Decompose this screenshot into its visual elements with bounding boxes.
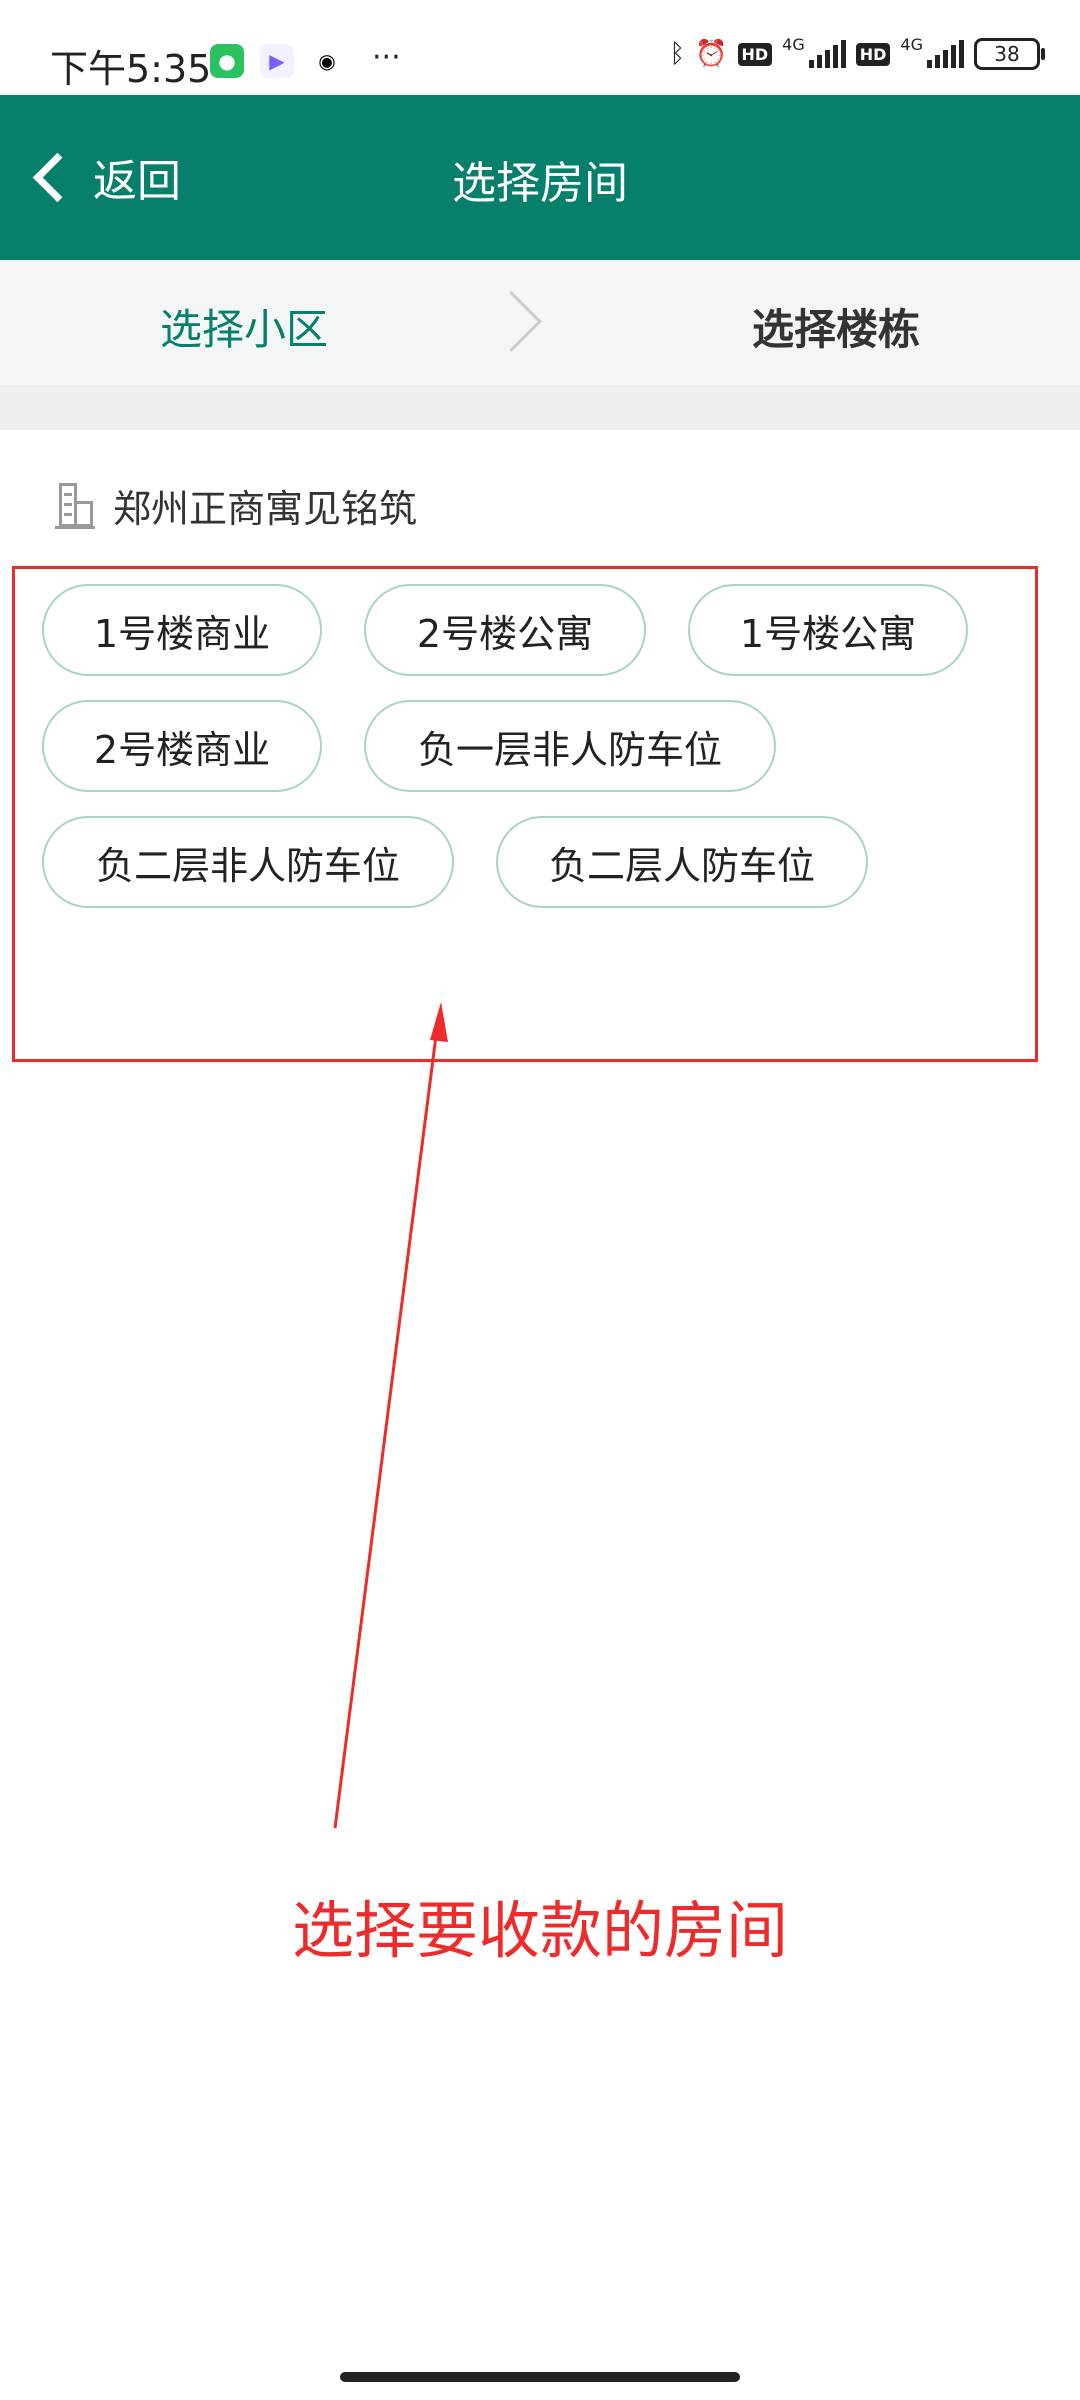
status-bar: 下午5:35 ● ▶ ◉ ··· ᛒ ⏰ HD 4G HD 4G 38 (0, 0, 1080, 95)
network-type-1: 4G (782, 34, 805, 54)
title-bar: 返回 选择房间 (0, 95, 1080, 260)
divider-strip (0, 385, 1080, 430)
step-select-building: 选择楼栋 (752, 305, 921, 354)
step-select-community[interactable]: 选择小区 (160, 296, 328, 357)
page-title: 选择房间 (452, 158, 628, 209)
step-bar: 选择小区 选择楼栋 (0, 260, 1080, 385)
wechat-icon: ● (210, 44, 244, 78)
annotation-text: 选择要收款的房间 (291, 1894, 788, 1967)
video-app-icon: ▶ (260, 44, 294, 78)
network-type-2: 4G (900, 34, 923, 54)
alarm-icon: ⏰ (695, 39, 728, 69)
hd-badge-1: HD (737, 42, 773, 66)
qq-icon: ◉ (310, 44, 344, 78)
chevron-right-icon (481, 291, 542, 352)
more-notifications-icon: ··· (372, 39, 401, 75)
annotation-highlight-box (12, 566, 1038, 1062)
bluetooth-icon: ᛒ (669, 39, 686, 69)
signal-icon-1 (808, 40, 846, 68)
signal-icon-2 (927, 40, 964, 68)
hd-badge-2: HD (855, 42, 891, 66)
battery-level: 38 (994, 42, 1020, 66)
home-indicator[interactable] (340, 2372, 740, 2382)
community-heading: 郑州正商寓见铭筑 (55, 478, 417, 533)
screen: 下午5:35 ● ▶ ◉ ··· ᛒ ⏰ HD 4G HD 4G 38 返回 选… (0, 0, 1080, 2400)
status-time: 下午5:35 (50, 47, 212, 91)
status-indicators: ᛒ ⏰ HD 4G HD 4G 38 (669, 34, 1045, 70)
building-icon (55, 482, 95, 529)
battery-icon: 38 (974, 38, 1045, 70)
community-name: 郑州正商寓见铭筑 (113, 487, 418, 531)
